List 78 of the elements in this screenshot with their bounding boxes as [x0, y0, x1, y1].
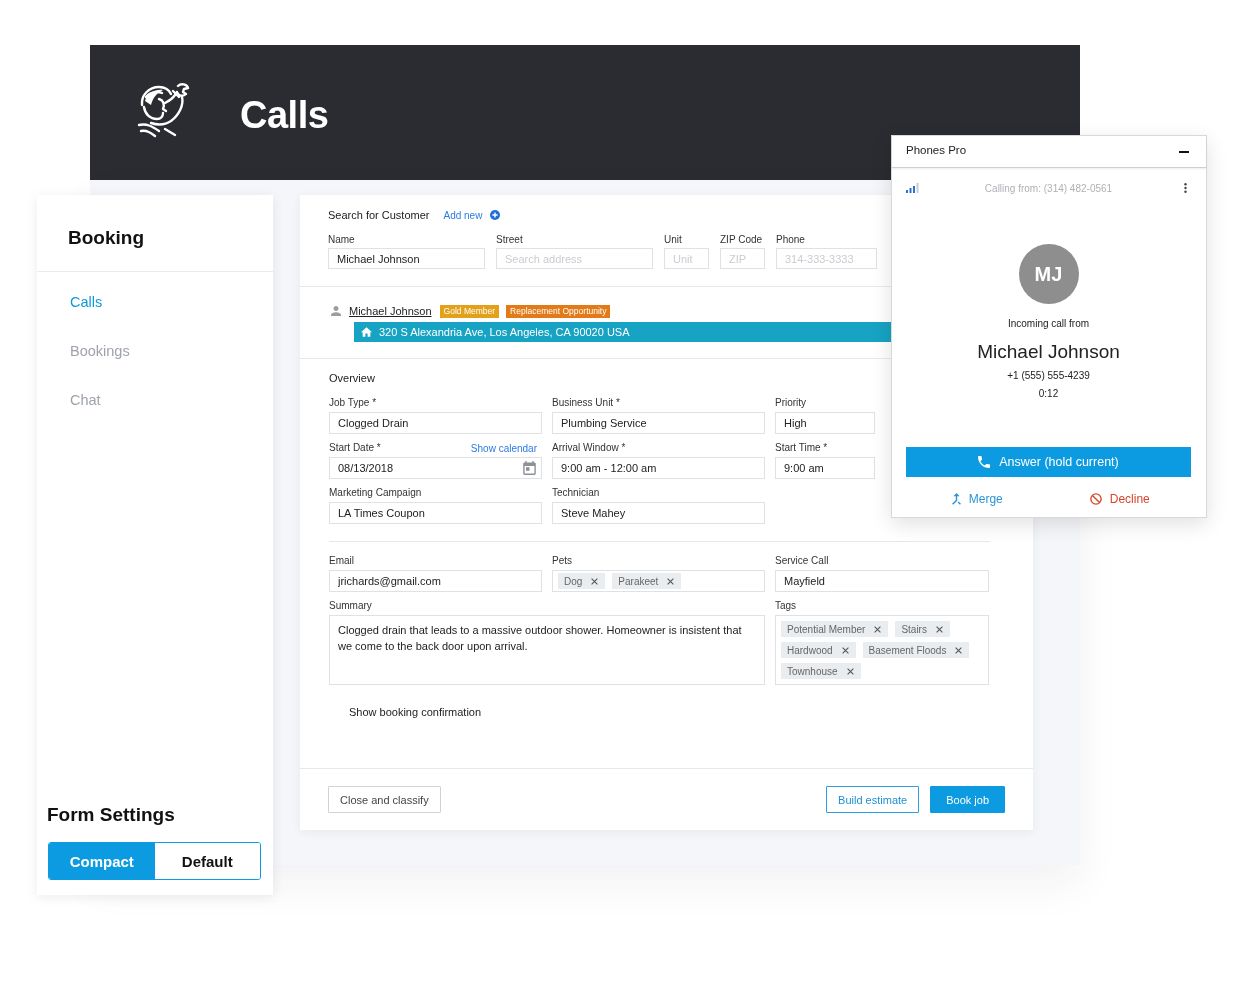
caller-name: Michael Johnson	[977, 340, 1120, 364]
field-label: Marketing Campaign	[329, 487, 422, 499]
remove-icon[interactable]	[667, 577, 675, 585]
page-title: Calls	[240, 92, 329, 137]
field-label: Priority	[775, 397, 807, 409]
input-field[interactable]: Plumbing Service	[552, 412, 765, 434]
customer-tag: Replacement Opportunity	[506, 304, 611, 318]
remove-icon[interactable]	[846, 667, 854, 675]
field-label: Pets	[552, 555, 572, 567]
call-status-text: Incoming call from	[1007, 318, 1090, 330]
input-field[interactable]: 9:00 am - 12:00 am	[552, 457, 765, 479]
remove-icon[interactable]	[841, 646, 849, 654]
add-new-link[interactable]: Add new	[443, 209, 483, 221]
remove-icon[interactable]	[955, 646, 963, 654]
build-estimate-button[interactable]: Build estimate	[826, 786, 920, 813]
input-field[interactable]: Michael Johnson	[328, 248, 485, 269]
field-label: Street	[496, 234, 523, 246]
calendar-icon[interactable]	[523, 461, 536, 475]
remove-icon[interactable]	[591, 577, 599, 585]
remove-icon[interactable]	[874, 625, 882, 633]
tag-label: Parakeet	[618, 575, 659, 587]
address-text: 320 S Alexandria Ave, Los Angeles, CA 90020 USA	[379, 326, 630, 338]
home-icon	[361, 327, 372, 337]
tag-label: Townhouse	[787, 665, 838, 677]
date-field[interactable]: 08/13/2018	[329, 457, 542, 479]
input-field[interactable]: LA Times Coupon	[329, 502, 542, 524]
input-field[interactable]: Mayfield	[775, 570, 989, 592]
prohibited-icon	[1089, 493, 1102, 505]
field-label: Start Time *	[775, 442, 828, 454]
input-field[interactable]: Clogged Drain	[329, 412, 542, 434]
section-title: Overview	[329, 372, 375, 385]
input-field[interactable]: Steve Mahey	[552, 502, 765, 524]
tag-label: Dog	[564, 575, 583, 587]
field-label: Technician	[552, 487, 600, 499]
close-and-classify-button[interactable]: Close and classify	[328, 786, 441, 813]
merge-icon	[951, 493, 961, 505]
form-settings-title: Form Settings	[47, 803, 175, 827]
field-label: Arrival Window *	[552, 442, 626, 454]
field-label: Start Date *	[329, 442, 381, 454]
field-label: Service Call	[775, 555, 829, 567]
search-title: Search for Customer	[328, 209, 430, 221]
caller-number: +1 (555) 555-4239	[1007, 370, 1090, 382]
call-timer: 0:12	[1038, 388, 1059, 400]
tag-label: Basement Floods	[868, 644, 947, 656]
tag-field[interactable]: Dog Parakeet	[552, 570, 765, 592]
confirmation-label: Show booking confirmation	[349, 706, 482, 719]
more-icon[interactable]	[1184, 183, 1187, 193]
input-field[interactable]: 9:00 am	[775, 457, 875, 479]
calling-from-text: Calling from: (314) 482-0561	[984, 182, 1113, 194]
field-label: Job Type *	[329, 397, 377, 409]
panel-title: Phones Pro	[906, 143, 967, 156]
customer-tag: Gold Member	[439, 304, 500, 318]
remove-icon[interactable]	[935, 625, 943, 633]
summary-field[interactable]: Clogged drain that leads to a massive outdoor shower. Homeowner is insistent that we come to the back door upon arrival.	[329, 615, 765, 685]
decline-button[interactable]: Decline	[1089, 489, 1150, 509]
person-icon	[331, 306, 341, 316]
tag-label: Stairs	[901, 623, 927, 635]
show-calendar-link[interactable]: Show calendar	[470, 442, 537, 454]
field-label: Unit	[664, 234, 682, 246]
add-icon[interactable]	[490, 210, 501, 220]
phone-icon	[978, 456, 991, 468]
field-label: ZIP Code	[720, 234, 763, 246]
caller-avatar: MJ	[1018, 244, 1079, 304]
field-label: Email	[329, 555, 354, 567]
field-label: Tags	[775, 600, 797, 612]
field-label: Summary	[329, 600, 372, 612]
customer-name-link[interactable]: Michael Johnson	[349, 305, 432, 317]
field-label: Phone	[776, 234, 805, 246]
minimize-icon[interactable]	[1179, 150, 1189, 153]
tag-label: Potential Member	[787, 623, 866, 635]
input-field[interactable]: High	[775, 412, 875, 434]
signal-icon	[906, 183, 919, 193]
input-field[interactable]: jrichards@gmail.com	[329, 570, 542, 592]
field-label: Business Unit *	[552, 397, 620, 409]
field-label: Name	[328, 234, 355, 246]
tag-label: Hardwood	[787, 644, 833, 656]
tag-field[interactable]: Potential Member Stairs Hardwood Basement Floods Townhouse	[775, 615, 989, 685]
sidebar-title: Booking	[68, 226, 144, 250]
